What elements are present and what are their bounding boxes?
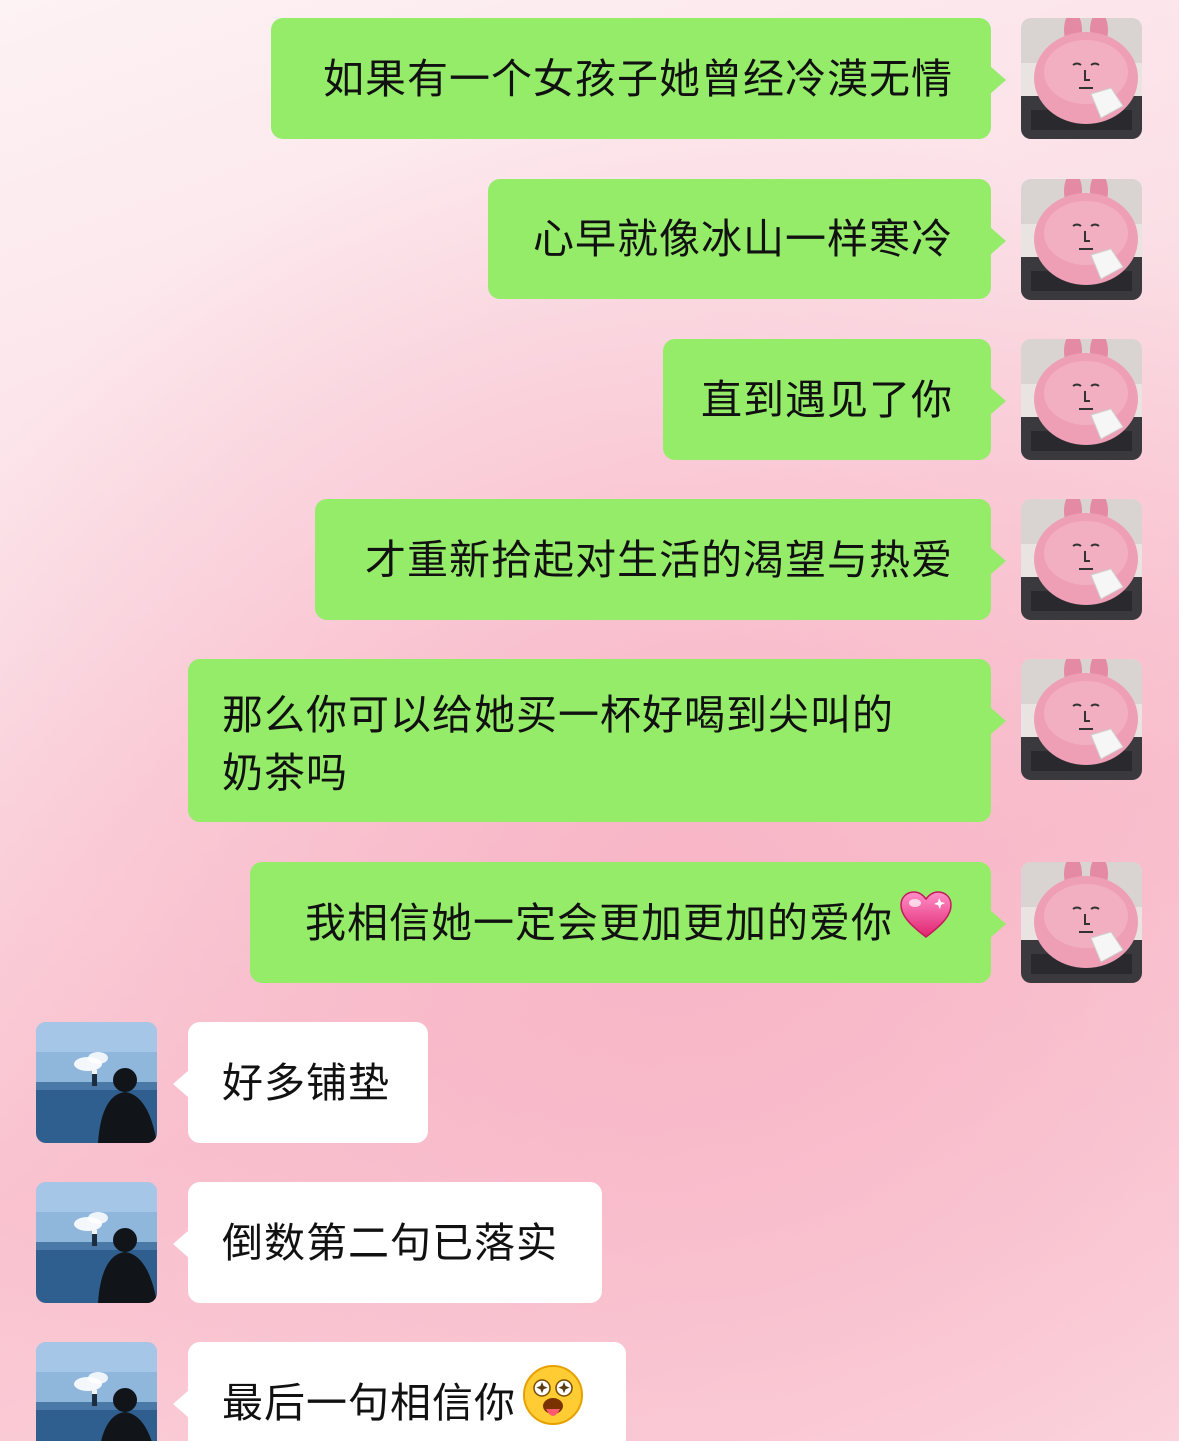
message-text: 最后一句相信你 (222, 1378, 516, 1427)
message-text: 直到遇见了你 (701, 375, 953, 424)
my-avatar[interactable] (1021, 499, 1142, 620)
sea-avatar-icon (36, 1182, 157, 1303)
contact-avatar[interactable] (36, 1342, 157, 1441)
starstruck-tongue-face-icon (522, 1364, 584, 1441)
rabbit-avatar-icon (1021, 499, 1142, 620)
message-row-incoming-3: 最后一句相信你 (0, 1342, 1179, 1441)
message-text: 才重新拾起对生活的渴望与热爱 (365, 535, 953, 584)
message-row-outgoing-1: 如果有一个女孩子她曾经冷漠无情 (0, 18, 1179, 139)
rabbit-avatar-icon (1021, 659, 1142, 780)
rabbit-avatar-icon (1021, 18, 1142, 139)
message-bubble-outgoing[interactable]: 直到遇见了你 (663, 339, 1006, 460)
message-row-outgoing-2: 心早就像冰山一样寒冷 (0, 179, 1179, 300)
message-bubble-outgoing[interactable]: 我相信她一定会更加更加的爱你 (250, 862, 1006, 983)
message-text: 心早就像冰山一样寒冷 (533, 215, 953, 263)
message-row-incoming-1: 好多铺垫 (0, 1022, 1179, 1143)
message-row-incoming-2: 倒数第二句已落实 (0, 1182, 1179, 1303)
message-text: 我相信她一定会更加更加的爱你 (305, 898, 893, 947)
sea-avatar-icon (36, 1022, 157, 1143)
sea-avatar-icon (36, 1342, 157, 1441)
my-avatar[interactable] (1021, 179, 1142, 300)
my-avatar[interactable] (1021, 339, 1142, 460)
rabbit-avatar-icon (1021, 339, 1142, 460)
pink-heart-icon (899, 890, 953, 955)
message-bubble-incoming[interactable]: 最后一句相信你 (173, 1342, 626, 1441)
message-text-line: 奶茶吗 (222, 749, 348, 797)
message-bubble-outgoing[interactable]: 心早就像冰山一样寒冷 (488, 179, 1006, 299)
message-row-outgoing-4: 才重新拾起对生活的渴望与热爱 (0, 499, 1179, 620)
message-row-outgoing-6: 我相信她一定会更加更加的爱你 (0, 862, 1179, 983)
message-text-line: 那么你可以给她买一杯好喝到尖叫的 (222, 691, 894, 739)
my-avatar[interactable] (1021, 862, 1142, 983)
message-bubble-outgoing[interactable]: 如果有一个女孩子她曾经冷漠无情 (271, 18, 1006, 139)
message-text: 如果有一个女孩子她曾经冷漠无情 (323, 54, 953, 103)
message-bubble-incoming[interactable]: 倒数第二句已落实 (173, 1182, 602, 1303)
message-bubble-outgoing[interactable]: 才重新拾起对生活的渴望与热爱 (315, 499, 1006, 620)
contact-avatar[interactable] (36, 1182, 157, 1303)
message-bubble-outgoing[interactable]: 那么你可以给她买一杯好喝到尖叫的 奶茶吗 (188, 659, 1006, 822)
message-row-outgoing-5: 那么你可以给她买一杯好喝到尖叫的 奶茶吗 (0, 659, 1179, 822)
message-text-block: 那么你可以给她买一杯好喝到尖叫的 奶茶吗 (222, 686, 894, 802)
rabbit-avatar-icon (1021, 862, 1142, 983)
message-bubble-incoming[interactable]: 好多铺垫 (173, 1022, 428, 1143)
message-text: 倒数第二句已落实 (222, 1218, 558, 1267)
my-avatar[interactable] (1021, 18, 1142, 139)
my-avatar[interactable] (1021, 659, 1142, 780)
message-row-outgoing-3: 直到遇见了你 (0, 339, 1179, 460)
contact-avatar[interactable] (36, 1022, 157, 1143)
message-text: 好多铺垫 (222, 1058, 390, 1107)
rabbit-avatar-icon (1021, 179, 1142, 300)
